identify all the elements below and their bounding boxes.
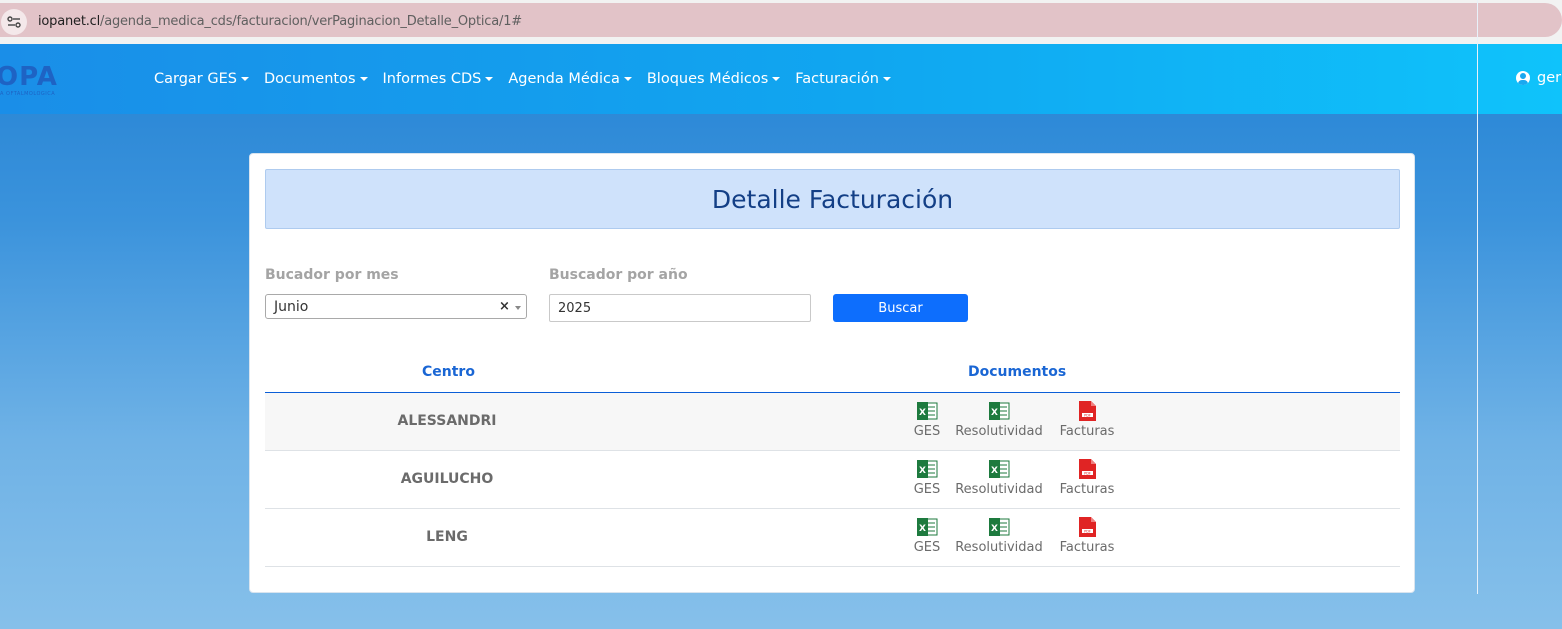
menu-label: Facturación — [795, 71, 879, 87]
month-select[interactable]: Junio × — [265, 294, 527, 319]
facturas-label: Facturas — [1059, 482, 1115, 497]
month-label: Bucador por mes — [265, 267, 399, 283]
menu-agenda-medica[interactable]: Agenda Médica — [508, 71, 632, 87]
menu-bloques-medicos[interactable]: Bloques Médicos — [646, 71, 781, 87]
billing-detail-card: Detalle Facturación Bucador por mes Busc… — [249, 153, 1415, 593]
menu-cargar-ges[interactable]: Cargar GES — [154, 71, 249, 87]
search-button[interactable]: Buscar — [833, 294, 968, 322]
svg-text:X: X — [919, 408, 926, 418]
top-navbar: OPA A OFTALMOLOGICA Cargar GES Documento… — [0, 44, 1562, 114]
menu-label: Cargar GES — [154, 71, 237, 87]
menu-facturacion[interactable]: Facturación — [795, 71, 891, 87]
month-selected-value: Junio — [274, 299, 309, 315]
centro-name: AGUILUCHO — [400, 471, 494, 487]
logo-text: OPA — [0, 62, 58, 92]
resolutividad-label: Resolutividad — [955, 424, 1043, 439]
pdf-file-icon: PDF — [1079, 459, 1096, 479]
svg-text:X: X — [991, 466, 998, 476]
svg-text:PDF: PDF — [1084, 471, 1091, 475]
table-row: LENG X GES X Resolutividad PDF Facturas — [265, 509, 1400, 567]
centro-name: LENG — [426, 529, 468, 545]
page-title: Detalle Facturación — [711, 184, 954, 214]
facturas-download-link[interactable]: PDF Facturas — [1042, 517, 1132, 555]
caret-down-icon — [772, 77, 781, 81]
menu-label: Documentos — [263, 71, 356, 87]
facturas-download-link[interactable]: PDF Facturas — [1042, 401, 1132, 439]
menu-label: Agenda Médica — [508, 71, 620, 87]
caret-down-icon — [485, 77, 494, 81]
menu-informes-cds[interactable]: Informes CDS — [383, 71, 494, 87]
user-circle-icon — [1516, 71, 1530, 85]
user-label: ger — [1537, 70, 1562, 86]
menu-label: Bloques Médicos — [646, 71, 769, 87]
billing-table: Centro Documentos ALESSANDRI X GES X Res… — [265, 354, 1400, 567]
excel-file-icon: X — [989, 518, 1010, 536]
menu-documentos[interactable]: Documentos — [264, 71, 368, 87]
caret-down-icon — [359, 77, 368, 81]
column-header-documentos: Documentos — [968, 364, 1067, 380]
pdf-file-icon: PDF — [1079, 401, 1096, 421]
facturas-label: Facturas — [1059, 424, 1115, 439]
excel-file-icon: X — [917, 518, 938, 536]
brand-logo[interactable]: OPA A OFTALMOLOGICA — [0, 64, 90, 100]
logo-subtext: A OFTALMOLOGICA — [0, 91, 56, 97]
column-header-centro: Centro — [422, 364, 475, 380]
caret-down-icon — [240, 77, 249, 81]
svg-text:PDF: PDF — [1084, 413, 1091, 417]
site-info-icon[interactable] — [1, 9, 27, 35]
resolutividad-label: Resolutividad — [955, 482, 1043, 497]
menu-label: Informes CDS — [382, 71, 482, 87]
year-label: Buscador por año — [549, 267, 688, 283]
excel-file-icon: X — [989, 402, 1010, 420]
caret-down-icon — [623, 77, 632, 81]
main-menu: Cargar GES Documentos Informes CDS Agend… — [154, 44, 906, 114]
table-row: ALESSANDRI X GES X Resolutividad PDF Fac… — [265, 393, 1400, 451]
facturas-download-link[interactable]: PDF Facturas — [1042, 459, 1132, 497]
excel-file-icon: X — [917, 460, 938, 478]
table-header: Centro Documentos — [265, 354, 1400, 393]
resolutividad-download-link[interactable]: X Resolutividad — [954, 401, 1044, 439]
url-text: iopanet.cl/agenda_medica_cds/facturacion… — [38, 14, 522, 29]
excel-file-icon: X — [989, 460, 1010, 478]
table-row: AGUILUCHO X GES X Resolutividad PDF Fact… — [265, 451, 1400, 509]
facturas-label: Facturas — [1059, 540, 1115, 555]
resolutividad-download-link[interactable]: X Resolutividad — [954, 517, 1044, 555]
dropdown-arrow-icon[interactable] — [515, 306, 521, 310]
title-banner: Detalle Facturación — [265, 169, 1400, 229]
resolutividad-download-link[interactable]: X Resolutividad — [954, 459, 1044, 497]
svg-text:PDF: PDF — [1084, 529, 1091, 533]
excel-file-icon: X — [917, 402, 938, 420]
pdf-file-icon: PDF — [1079, 517, 1096, 537]
url-field[interactable]: iopanet.cl/agenda_medica_cds/facturacion… — [0, 3, 1562, 37]
url-path: /agenda_medica_cds/facturacion/verPagina… — [100, 14, 522, 29]
url-host: iopanet.cl — [38, 14, 101, 29]
svg-text:X: X — [991, 408, 998, 418]
resolutividad-label: Resolutividad — [955, 540, 1043, 555]
overlay-divider — [1477, 0, 1478, 594]
svg-text:X: X — [919, 466, 926, 476]
svg-text:X: X — [919, 524, 926, 534]
centro-name: ALESSANDRI — [397, 413, 497, 429]
clear-selection-icon[interactable]: × — [499, 299, 510, 314]
caret-down-icon — [882, 77, 891, 81]
year-input[interactable] — [549, 294, 811, 322]
svg-text:X: X — [991, 524, 998, 534]
browser-address-bar: iopanet.cl/agenda_medica_cds/facturacion… — [0, 0, 1562, 44]
user-menu[interactable]: ger — [1516, 70, 1561, 86]
